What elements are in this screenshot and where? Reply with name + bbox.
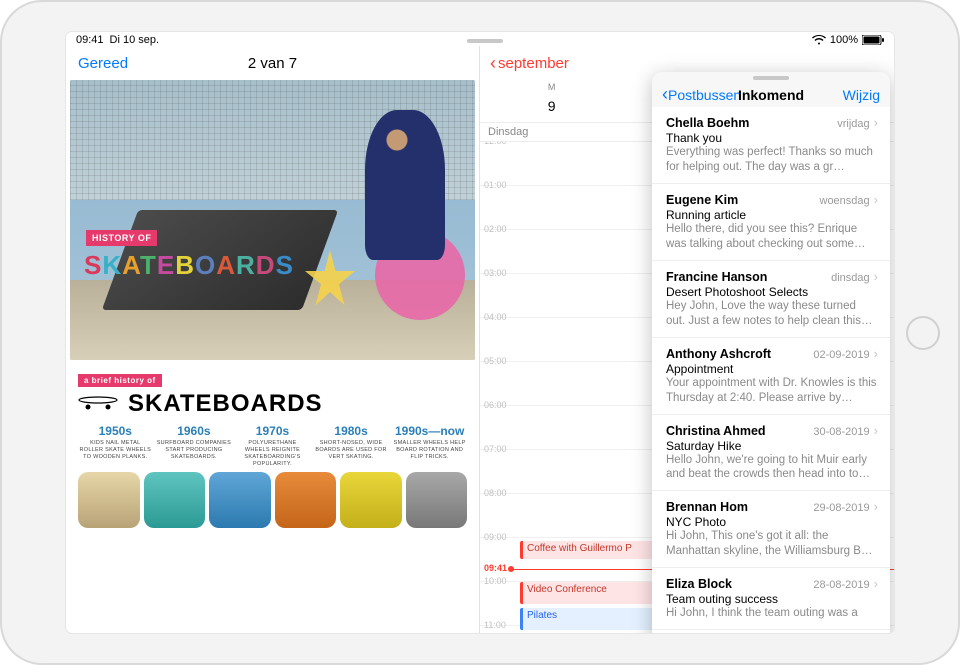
skateboard-icon xyxy=(78,396,118,410)
page-counter: 2 van 7 xyxy=(248,55,297,72)
mail-sender: Chella Boehm xyxy=(666,116,749,130)
brief-title: SKATEBOARDS xyxy=(128,390,323,418)
hero-title: SKATEBOARDS xyxy=(84,250,294,281)
mail-date: 29-08-2019 xyxy=(813,499,878,514)
decade-1960s: 1960s SURFBOARD COMPANIES START PRODUCING… xyxy=(157,424,232,468)
day-cell[interactable]: M9 xyxy=(484,80,619,122)
done-button[interactable]: Gereed xyxy=(78,55,128,72)
home-button[interactable] xyxy=(906,316,940,350)
board-extra xyxy=(406,472,468,528)
hero-image: HISTORY OF SKATEBOARDS xyxy=(70,80,475,360)
mail-date: 30-08-2019 xyxy=(813,423,878,438)
mail-preview: Hey John, Love the way these turned out.… xyxy=(666,299,878,329)
mail-subject: Running article xyxy=(666,208,878,222)
mail-preview: Hello there, did you see this? Enrique w… xyxy=(666,222,878,252)
mail-item[interactable]: Eliza Block 28-08-2019Team outing success… xyxy=(652,568,890,630)
now-dot xyxy=(508,566,514,572)
mail-subject: NYC Photo xyxy=(666,515,878,529)
multitask-handle-top[interactable] xyxy=(467,39,503,43)
mail-date: 28-08-2019 xyxy=(813,576,878,591)
mail-sender: Anthony Ashcroft xyxy=(666,347,771,361)
article-section: a brief history of SKATEBOARDS 1950s KIDS… xyxy=(70,364,475,532)
decade-desc: SURFBOARD COMPANIES START PRODUCING SKAT… xyxy=(157,440,232,468)
mail-subject: Thank you xyxy=(666,131,878,145)
decade-desc: SHORT-NOSED, WIDE BOARDS ARE USED FOR VE… xyxy=(314,440,389,468)
mail-date: woensdag xyxy=(820,192,879,207)
mail-item[interactable]: Christina Ahmed 30-08-2019Saturday HikeHe… xyxy=(652,415,890,492)
decade-1990s—now: 1990s—now SMALLER WHEELS HELP BOARD ROTAT… xyxy=(392,424,467,468)
mail-preview: Everything was perfect! Thanks so much f… xyxy=(666,145,878,175)
mail-sender: Eliza Block xyxy=(666,577,732,591)
decade-1950s: 1950s KIDS NAIL METAL ROLLER SKATE WHEELS… xyxy=(78,424,153,468)
decade-year: 1990s—now xyxy=(392,424,467,438)
mail-subject: Appointment xyxy=(666,362,878,376)
status-date: Di 10 sep. xyxy=(110,34,160,46)
decade-year: 1950s xyxy=(78,424,153,438)
mail-title: Inkomend xyxy=(738,87,804,103)
mail-item[interactable]: Brennan Hom 29-08-2019NYC PhotoHi John, T… xyxy=(652,491,890,568)
mail-subject: Saturday Hike xyxy=(666,439,878,453)
hero-tag: HISTORY OF xyxy=(86,230,157,246)
battery-icon xyxy=(862,35,884,45)
decade-year: 1970s xyxy=(235,424,310,438)
decade-year: 1960s xyxy=(157,424,232,438)
battery-percent: 100% xyxy=(830,34,858,46)
decade-desc: SMALLER WHEELS HELP BOARD ROTATION AND F… xyxy=(392,440,467,468)
wifi-icon xyxy=(812,35,826,45)
mail-list[interactable]: Chella Boehm vrijdagThank youEverything w… xyxy=(652,107,890,633)
safari-app: Gereed 2 van 7 HISTORY OF SKATEBOARDS xyxy=(66,46,480,633)
decade-1970s: 1970s POLYURETHANE WHEELS REIGNITE SKATEB… xyxy=(235,424,310,468)
board-1960s xyxy=(144,472,206,528)
mail-item[interactable]: Chella Boehm vrijdagThank youEverything w… xyxy=(652,107,890,184)
mail-sender: Francine Hanson xyxy=(666,270,767,284)
chevron-left-icon: ‹ xyxy=(490,53,496,74)
mail-back-button[interactable]: ‹ Postbussen xyxy=(662,84,741,105)
mail-sender: Brennan Hom xyxy=(666,500,748,514)
mail-item[interactable]: Francine Hanson dinsdagDesert Photoshoot … xyxy=(652,261,890,338)
board-1970s xyxy=(209,472,271,528)
mail-slideover[interactable]: ‹ Postbussen Inkomend Wijzig Chella Boeh… xyxy=(652,72,890,633)
decade-desc: KIDS NAIL METAL ROLLER SKATE WHEELS TO W… xyxy=(78,440,153,468)
mail-sender: Christina Ahmed xyxy=(666,424,766,438)
mail-preview: Hi John, This one's got it all: the Manh… xyxy=(666,529,878,559)
decade-1980s: 1980s SHORT-NOSED, WIDE BOARDS ARE USED F… xyxy=(314,424,389,468)
mail-item[interactable]: Anthony Ashcroft 02-09-2019AppointmentYou… xyxy=(652,338,890,415)
mail-preview: Hello John, we're going to hit Muir earl… xyxy=(666,453,878,483)
board-1950s xyxy=(78,472,140,528)
decade-desc: POLYURETHANE WHEELS REIGNITE SKATEBOARDI… xyxy=(235,440,310,468)
status-time: 09:41 xyxy=(76,34,104,46)
board-1990s xyxy=(340,472,402,528)
brief-tag: a brief history of xyxy=(78,374,162,387)
decade-year: 1980s xyxy=(314,424,389,438)
mail-preview: Your appointment with Dr. Knowles is thi… xyxy=(666,376,878,406)
board-1980s xyxy=(275,472,337,528)
boards-row xyxy=(78,472,467,528)
mail-date: 02-09-2019 xyxy=(813,346,878,361)
mail-date: dinsdag xyxy=(831,269,878,284)
mail-edit-button[interactable]: Wijzig xyxy=(843,87,880,103)
mail-subject: Desert Photoshoot Selects xyxy=(666,285,878,299)
mail-date: vrijdag xyxy=(837,115,878,130)
mail-subject: Team outing success xyxy=(666,592,878,606)
month-label: september xyxy=(498,55,569,72)
status-bar: 09:41 Di 10 sep. 100% xyxy=(66,32,894,46)
mail-sender: Eugene Kim xyxy=(666,193,738,207)
mail-preview: Hi John, I think the team outing was a xyxy=(666,606,878,621)
now-time: 09:41 xyxy=(484,563,507,573)
ipad-frame: 09:41 Di 10 sep. 100% Gereed 2 van 7 xyxy=(0,0,960,665)
mail-item[interactable]: Eugene Kim woensdagRunning articleHello t… xyxy=(652,184,890,261)
